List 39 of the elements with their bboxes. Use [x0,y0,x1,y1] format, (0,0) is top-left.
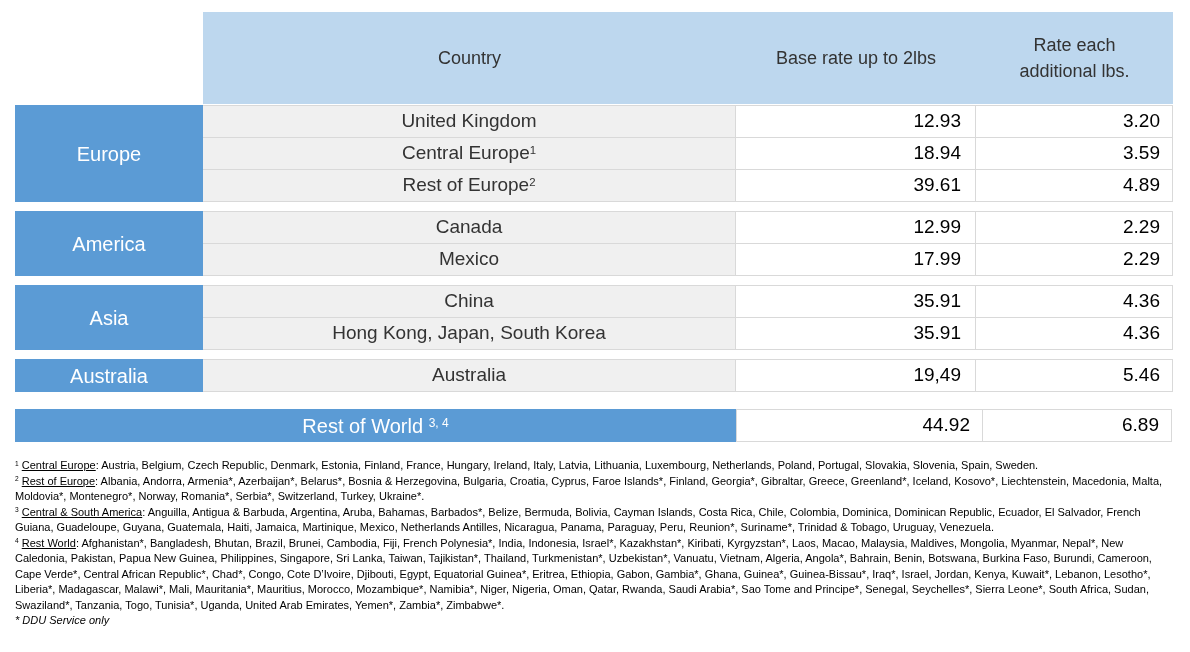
country-cell: United Kingdom [203,106,736,138]
rate-cell: 4.89 [976,170,1173,202]
rate-cell: 18.94 [736,138,976,170]
country-cell: China [203,286,736,318]
rate-cell: 35.91 [736,286,976,318]
rate-cell: 35.91 [736,318,976,350]
rate-cell: 4.36 [976,318,1173,350]
footnote: $^{2}$ Rest of Europe: Albania, Andorra, Armenia*, Azerbaijan*, Belarus*, Bosnia & Herzegovina, Bulgaria, Croatia, Cyprus, Faroe Islands*, Finland, Georgia*, Gibraltar, Greece, Greenland*, Iceland, Kosovo*, Liechtenstein, Macedonia, Malta, Moldovia*, Montenegro*, Norway, Romania*, Serbia*, Switzerland, Turkey, Ukraine*. [15,473,1164,504]
region-cell: Rest of World $^{3, 4}$ [15,409,736,442]
footnote: $^{4}$ Rest World: Afghanistan*, Bangladesh, Bhutan, Brazil, Brunei, Cambodia, Fiji, French Polynesia*, India, Indonesia, Israel*, Kazakhstan*, Kiribati, Kyrgyzstan*, Laos, Macao, Malaysia, Maldives, Mongolia, Myanmar, Nepal*, New Caledonia, Pakistan, Papua New Guinea, Philippines, Singapore, Sri Lanka, Taiwan, Tajikistan*, Thailand, Turkmenistan*, Uzbekistan*, Vanuatu, Vietnam, Algeria, Angola*, Bahrain, Benin, Botswana, Burkina Faso, Burundi, Cameroon, Cape Verde*, Central African Republic*, Chad*, Congo, Cote D’Ivoire, Djibouti, Egypt, Equatorial Guinea*, Eritrea, Ethiopia, Gabon, Gambia*, Ghana, Guinea*, Guinea-Bissau*, Iraq*, Israel, Jordan, Kenya, Kuwait*, Lebanon, Lesotho*, Liberia*, Madagascar, Malawi*, Mali, Mauritania*, Mauritius, Morocco, Mozambique*, Namibia*, Niger, Nigeria, Oman, Qatar, Rwanda, Saudi Arabia*, Sao Tome and Principe*, Senegal, Seychelles*, Sierra Leone*, South Africa, Sudan, Swaziland*, Tanzania, Togo, Tunisia*, Uganda, United Arab Emirates, Yemen*, Zambia*, Zimbabwe*. [15,535,1153,613]
country-cell: Canada [203,212,736,244]
country-cell: Mexico [203,244,736,276]
rate-cell: 5.46 [976,360,1173,392]
rate-cell: 6.89 [983,409,1172,442]
country-cell: Rest of Europe$^{2}$ [203,170,736,202]
rate-cell: 17.99 [736,244,976,276]
rate-cell: 12.93 [736,106,976,138]
country-cell: Australia [203,360,736,392]
region-cell: Europe [15,105,203,202]
footnote: $^{3}$ Central & South America: Anguilla, Antigua & Barbuda, Argentina, Aruba, Bahamas, Barbados*, Belize, Bermuda, Bolivia, Cayman Islands, Costa Rica, Chile, Colombia, Dominica, Dominican Republic, Ecuador, El Salvador, French Guiana, Guadeloupe, Guyana, Guatemala, Haiti, Jamaica, Martinique, Mexico, Netherlands Antilles, Nicaragua, Panama, Paraguay, Peru, Reunion*, Suriname*, Trinidad & Tobago, Uruguay, Venezuela. [15,504,1142,535]
rate-cell: 19,49 [736,360,976,392]
rate-cell: 44.92 [736,409,983,442]
footnote-note: * DDU Service only [15,613,111,628]
region-cell: Australia [15,359,203,392]
country-cell: Hong Kong, Japan, South Korea [203,318,736,350]
region-cell: America [15,211,203,276]
rate-cell: 2.29 [976,212,1173,244]
rate-cell: 12.99 [736,212,976,244]
rate-cell: 4.36 [976,286,1173,318]
rate-cell: 3.20 [976,106,1173,138]
country-cell: Central Europe$^{1}$ [203,138,736,170]
rate-cell: 2.29 [976,244,1173,276]
region-cell: Asia [15,285,203,350]
rate-cell: 3.59 [976,138,1173,170]
column-header: Rate each additional lbs. [1018,34,1131,83]
column-header: Country [438,47,501,70]
column-header: Base rate up to 2lbs [775,47,937,70]
rate-cell: 39.61 [736,170,976,202]
footnote: $^{1}$ Central Europe: Austria, Belgium, Czech Republic, Denmark, Estonia, Finland, France, Hungary, Ireland, Italy, Latvia, Lithuania, Luxembourg, Netherlands, Poland, Portugal, Slovakia, Slovenia, Spain, Sweden. [15,458,1040,473]
